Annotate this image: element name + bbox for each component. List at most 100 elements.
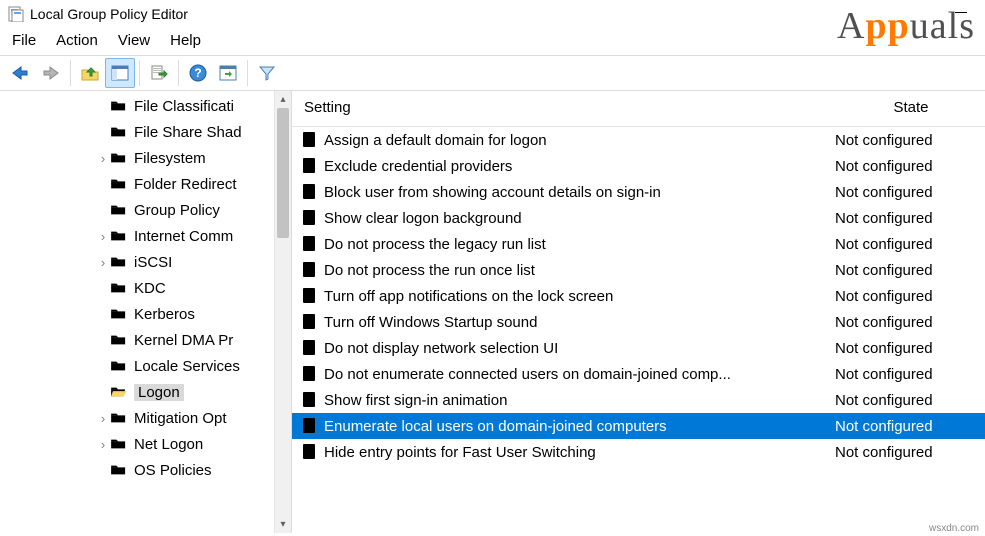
- tree-item[interactable]: Logon: [112, 379, 291, 405]
- tree-item[interactable]: Kerberos: [112, 301, 291, 327]
- list-row[interactable]: Show first sign-in animationNot configur…: [292, 387, 985, 413]
- export-list-button[interactable]: [144, 58, 174, 88]
- filter-button[interactable]: [252, 58, 282, 88]
- chevron-right-icon[interactable]: ›: [96, 411, 110, 426]
- scroll-up-icon[interactable]: ▴: [275, 91, 291, 108]
- policy-setting-icon: [300, 313, 318, 331]
- menu-help[interactable]: Help: [170, 32, 201, 49]
- setting-name: Do not process the run once list: [324, 262, 835, 279]
- policy-setting-icon: [300, 261, 318, 279]
- policy-setting-icon: [300, 287, 318, 305]
- scroll-thumb[interactable]: [277, 108, 289, 238]
- show-action-pane-button[interactable]: [213, 58, 243, 88]
- help-icon: ?: [189, 64, 207, 82]
- toolbar-separator: [178, 60, 179, 86]
- tree-item-label: Mitigation Opt: [134, 410, 227, 427]
- list-row[interactable]: Turn off Windows Startup soundNot config…: [292, 309, 985, 335]
- tree-item[interactable]: Group Policy: [112, 197, 291, 223]
- tree-pane: File ClassificatiFile Share Shad›Filesys…: [0, 91, 292, 533]
- folder-icon: [110, 151, 128, 165]
- setting-name: Turn off app notifications on the lock s…: [324, 288, 835, 305]
- setting-state: Not configured: [835, 392, 985, 409]
- list-row[interactable]: Do not display network selection UINot c…: [292, 335, 985, 361]
- tree-item[interactable]: ›Internet Comm: [112, 223, 291, 249]
- toolbar-separator: [247, 60, 248, 86]
- column-header-state[interactable]: State: [835, 91, 985, 126]
- menu-view[interactable]: View: [118, 32, 150, 49]
- tree-item[interactable]: Folder Redirect: [112, 171, 291, 197]
- tree-item-label: Filesystem: [134, 150, 206, 167]
- setting-state: Not configured: [835, 340, 985, 357]
- help-button[interactable]: ?: [183, 58, 213, 88]
- policy-setting-icon: [300, 235, 318, 253]
- toolbar-separator: [139, 60, 140, 86]
- setting-state: Not configured: [835, 314, 985, 331]
- tree-item[interactable]: Kernel DMA Pr: [112, 327, 291, 353]
- list-header: Setting State: [292, 91, 985, 127]
- tree-item[interactable]: File Classificati: [112, 93, 291, 119]
- tree-item[interactable]: ›iSCSI: [112, 249, 291, 275]
- list-row[interactable]: Turn off app notifications on the lock s…: [292, 283, 985, 309]
- tree-item[interactable]: ›Net Logon: [112, 431, 291, 457]
- tree-scrollbar[interactable]: ▴ ▾: [274, 91, 291, 533]
- toolbar-separator: [70, 60, 71, 86]
- list-row[interactable]: Do not enumerate connected users on doma…: [292, 361, 985, 387]
- policy-setting-icon: [300, 417, 318, 435]
- tree-item[interactable]: ›Mitigation Opt: [112, 405, 291, 431]
- tree-item-label: Kernel DMA Pr: [134, 332, 233, 349]
- tree-item[interactable]: Locale Services: [112, 353, 291, 379]
- tree-item-label: Group Policy: [134, 202, 220, 219]
- setting-name: Do not enumerate connected users on doma…: [324, 366, 835, 383]
- setting-state: Not configured: [835, 366, 985, 383]
- chevron-right-icon[interactable]: ›: [96, 255, 110, 270]
- list-row[interactable]: Exclude credential providersNot configur…: [292, 153, 985, 179]
- chevron-right-icon[interactable]: ›: [96, 151, 110, 166]
- folder-open-icon: [110, 385, 128, 399]
- back-button[interactable]: [6, 58, 36, 88]
- list-row[interactable]: Assign a default domain for logonNot con…: [292, 127, 985, 153]
- setting-state: Not configured: [835, 444, 985, 461]
- chevron-right-icon[interactable]: ›: [96, 437, 110, 452]
- policy-setting-icon: [300, 209, 318, 227]
- show-hide-tree-button[interactable]: [105, 58, 135, 88]
- folder-icon: [110, 125, 128, 139]
- list-row[interactable]: Enumerate local users on domain-joined c…: [292, 413, 985, 439]
- setting-name: Do not process the legacy run list: [324, 236, 835, 253]
- list-row[interactable]: Do not process the legacy run listNot co…: [292, 231, 985, 257]
- folder-icon: [110, 281, 128, 295]
- scroll-down-icon[interactable]: ▾: [275, 516, 291, 533]
- folder-icon: [110, 255, 128, 269]
- back-arrow-icon: [11, 65, 31, 81]
- tree-item[interactable]: OS Policies: [112, 457, 291, 483]
- policy-setting-icon: [300, 391, 318, 409]
- filter-icon: [258, 64, 276, 82]
- tree-item-label: Folder Redirect: [134, 176, 237, 193]
- setting-state: Not configured: [835, 262, 985, 279]
- list-row[interactable]: Show clear logon backgroundNot configure…: [292, 205, 985, 231]
- credit-text: wsxdn.com: [929, 523, 979, 534]
- tree-item[interactable]: ›Filesystem: [112, 145, 291, 171]
- column-header-setting[interactable]: Setting: [292, 91, 835, 126]
- forward-button[interactable]: [36, 58, 66, 88]
- window-title: Local Group Policy Editor: [30, 6, 188, 22]
- tree-item[interactable]: KDC: [112, 275, 291, 301]
- setting-name: Exclude credential providers: [324, 158, 835, 175]
- tree-item-label: Logon: [134, 384, 184, 401]
- tree-item-label: iSCSI: [134, 254, 172, 271]
- tree-item-label: OS Policies: [134, 462, 212, 479]
- tree-item[interactable]: File Share Shad: [112, 119, 291, 145]
- setting-name: Show clear logon background: [324, 210, 835, 227]
- list-row[interactable]: Hide entry points for Fast User Switchin…: [292, 439, 985, 465]
- tree-item-label: Internet Comm: [134, 228, 233, 245]
- list-row[interactable]: Block user from showing account details …: [292, 179, 985, 205]
- chevron-right-icon[interactable]: ›: [96, 229, 110, 244]
- up-folder-button[interactable]: [75, 58, 105, 88]
- watermark: Appuals: [837, 4, 975, 48]
- folder-icon: [110, 359, 128, 373]
- tree-item-label: Locale Services: [134, 358, 240, 375]
- folder-icon: [110, 333, 128, 347]
- list-row[interactable]: Do not process the run once listNot conf…: [292, 257, 985, 283]
- setting-name: Turn off Windows Startup sound: [324, 314, 835, 331]
- menu-file[interactable]: File: [12, 32, 36, 49]
- menu-action[interactable]: Action: [56, 32, 98, 49]
